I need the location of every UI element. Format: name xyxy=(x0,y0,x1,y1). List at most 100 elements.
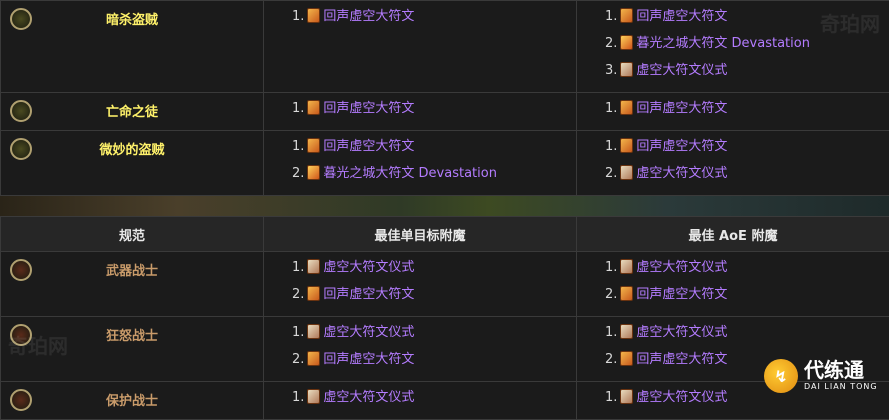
logo-mark-icon: ↯ xyxy=(764,359,798,393)
table-row: 微妙的盗贼 1.回声虚空大符文 2. 暮光之城大符文 Devastation 1.回声虚… xyxy=(1,131,889,196)
enchant-link[interactable]: 回声虚空大符文 xyxy=(323,139,414,154)
enchant-item: 1. 虚空大符文仪式 xyxy=(264,388,576,415)
table-row: 暗杀盗贼1.回声虚空大符文1.回声虚空大符文2.暮光之城大符文 Devastat… xyxy=(1,1,889,93)
ritual-rune-icon xyxy=(307,324,320,339)
ritual-rune-icon xyxy=(620,389,633,404)
enchant-item: 1. 回声虚空大符文 xyxy=(264,99,576,126)
single-target-cell: 1.回声虚空大符文2.暮光之城大符文 Devastation xyxy=(264,131,577,196)
enchant-item: 2. 回声虚空大符文 xyxy=(264,285,576,312)
enchant-list: 1. 回声虚空大符文 xyxy=(577,93,889,130)
enchant-link[interactable]: 回声虚空大符文 xyxy=(323,9,414,24)
enchant-link[interactable]: 暮光之城大符文 Devastation xyxy=(636,36,810,51)
enchant-link[interactable]: 回声虚空大符文 xyxy=(636,101,727,116)
echo-rune-icon xyxy=(307,286,320,301)
spec-wrap: 武器战士 xyxy=(1,252,263,279)
pirate-skull-icon xyxy=(10,100,32,122)
enchant-link[interactable]: 虚空大符文仪式 xyxy=(323,325,414,340)
rank-number: 2. xyxy=(292,287,304,302)
enchant-item: 2. 回声虚空大符文 xyxy=(577,285,889,312)
rank-number: 3. xyxy=(605,63,617,78)
spec-wrap: 暗杀盗贼 xyxy=(1,1,263,28)
echo-rune-icon xyxy=(620,8,633,23)
enchant-item: 2. 暮光之城大符文 Devastation xyxy=(264,164,576,191)
enchant-item: 2. 暮光之城大符文 Devastation xyxy=(577,34,889,61)
echo-rune-icon xyxy=(307,351,320,366)
rank-number: 1. xyxy=(292,260,304,275)
spec-name[interactable]: 微妙的盗贼 xyxy=(1,131,263,158)
spec-wrap: 亡命之徒 xyxy=(1,93,263,120)
single-target-cell: 1. 虚空大符文仪式 2. 回声虚空大符文 xyxy=(264,252,577,317)
spec-name[interactable]: 亡命之徒 xyxy=(1,93,263,120)
rank-number: 1. xyxy=(292,9,304,24)
enchant-link[interactable]: 虚空大符文仪式 xyxy=(636,260,727,275)
spec-name[interactable]: 武器战士 xyxy=(1,252,263,279)
sword-icon xyxy=(10,259,32,281)
spec-wrap: 微妙的盗贼 xyxy=(1,131,263,158)
spec-cell: 暗杀盗贼 xyxy=(1,1,264,93)
echo-rune-icon xyxy=(620,286,633,301)
rank-number: 2. xyxy=(605,352,617,367)
spec-wrap: 狂怒战士 xyxy=(1,317,263,344)
echo-rune-icon xyxy=(307,100,320,115)
spec-name[interactable]: 保护战士 xyxy=(1,382,263,409)
enchant-link[interactable]: 虚空大符文仪式 xyxy=(636,325,727,340)
enchant-link[interactable]: 回声虚空大符文 xyxy=(323,101,414,116)
enchant-link[interactable]: 回声虚空大符文 xyxy=(636,139,727,154)
enchant-list: 1.回声虚空大符文2.暮光之城大符文 Devastation3.虚空大符文仪式 xyxy=(577,1,889,92)
rank-number: 2. xyxy=(605,36,617,51)
enchant-link[interactable]: 虚空大符文仪式 xyxy=(636,63,727,78)
spec-name[interactable]: 暗杀盗贼 xyxy=(1,1,263,28)
spec-name[interactable]: 狂怒战士 xyxy=(1,317,263,344)
enchant-item: 2.回声虚空大符文 xyxy=(264,350,576,377)
rank-number: 1. xyxy=(605,101,617,116)
crossed-daggers-icon xyxy=(10,8,32,30)
enchant-link[interactable]: 虚空大符文仪式 xyxy=(323,390,414,405)
ritual-rune-icon xyxy=(620,165,633,180)
enchant-link[interactable]: 回声虚空大符文 xyxy=(636,287,727,302)
logo-subtext: DAI LIAN TONG xyxy=(804,381,878,393)
enchant-link[interactable]: 回声虚空大符文 xyxy=(323,352,414,367)
echo-rune-icon xyxy=(307,138,320,153)
enchant-link[interactable]: 暮光之城大符文 Devastation xyxy=(323,166,497,181)
enchant-list: 1. 回声虚空大符文 xyxy=(264,93,576,130)
echo-rune-icon xyxy=(307,8,320,23)
enchant-item: 1.回声虚空大符文 xyxy=(577,137,889,164)
spec-cell: 微妙的盗贼 xyxy=(1,131,264,196)
single-target-cell: 1. 回声虚空大符文 xyxy=(264,93,577,131)
enchant-list: 1.回声虚空大符文2.虚空大符文仪式 xyxy=(577,131,889,195)
header-spec: 规范 xyxy=(1,217,264,252)
enchant-link[interactable]: 回声虚空大符文 xyxy=(323,287,414,302)
enchant-list: 1. 回声虚空大符文 xyxy=(264,1,576,38)
enchant-item: 1. 虚空大符文仪式 xyxy=(264,258,576,285)
enchant-link[interactable]: 虚空大符文仪式 xyxy=(636,166,727,181)
enchant-link[interactable]: 虚空大符文仪式 xyxy=(323,260,414,275)
enchant-link[interactable]: 虚空大符文仪式 xyxy=(636,390,727,405)
enchant-list: 1.虚空大符文仪式2.回声虚空大符文 xyxy=(264,317,576,381)
enchant-item: 2.虚空大符文仪式 xyxy=(577,164,889,191)
site-logo: ↯ 代练通 DAI LIAN TONG xyxy=(764,351,879,401)
logo-text: 代练通 xyxy=(804,359,878,381)
enchant-link[interactable]: 回声虚空大符文 xyxy=(636,9,727,24)
enchant-item: 1.虚空大符文仪式 xyxy=(577,323,889,350)
echo-rune-icon xyxy=(620,351,633,366)
rank-number: 1. xyxy=(292,101,304,116)
header-aoe: 最佳 AoE 附魔 xyxy=(577,217,889,252)
rank-number: 2. xyxy=(292,166,304,181)
ritual-rune-icon xyxy=(620,62,633,77)
single-target-cell: 1.虚空大符文仪式2.回声虚空大符文 xyxy=(264,317,577,382)
spec-wrap: 保护战士 xyxy=(1,382,263,409)
table-row: 狂怒战士1.虚空大符文仪式2.回声虚空大符文1.虚空大符文仪式2.回声虚空大符文 xyxy=(1,317,889,382)
table-row: 保护战士1.虚空大符文仪式1.虚空大符文仪式 xyxy=(1,382,889,420)
game-scene-banner xyxy=(0,196,889,216)
rank-number: 1. xyxy=(292,390,304,405)
enchant-list: 1.回声虚空大符文2.暮光之城大符文 Devastation xyxy=(264,131,576,195)
rank-number: 2. xyxy=(605,287,617,302)
enchant-link[interactable]: 回声虚空大符文 xyxy=(636,352,727,367)
rank-number: 1. xyxy=(605,260,617,275)
enchant-list: 1. 虚空大符文仪式 2. 回声虚空大符文 xyxy=(577,252,889,316)
aoe-cell: 1. 回声虚空大符文 xyxy=(577,93,889,131)
spec-cell: 狂怒战士 xyxy=(1,317,264,382)
ritual-rune-icon xyxy=(307,259,320,274)
spec-cell: 保护战士 xyxy=(1,382,264,420)
shield-icon xyxy=(10,389,32,411)
